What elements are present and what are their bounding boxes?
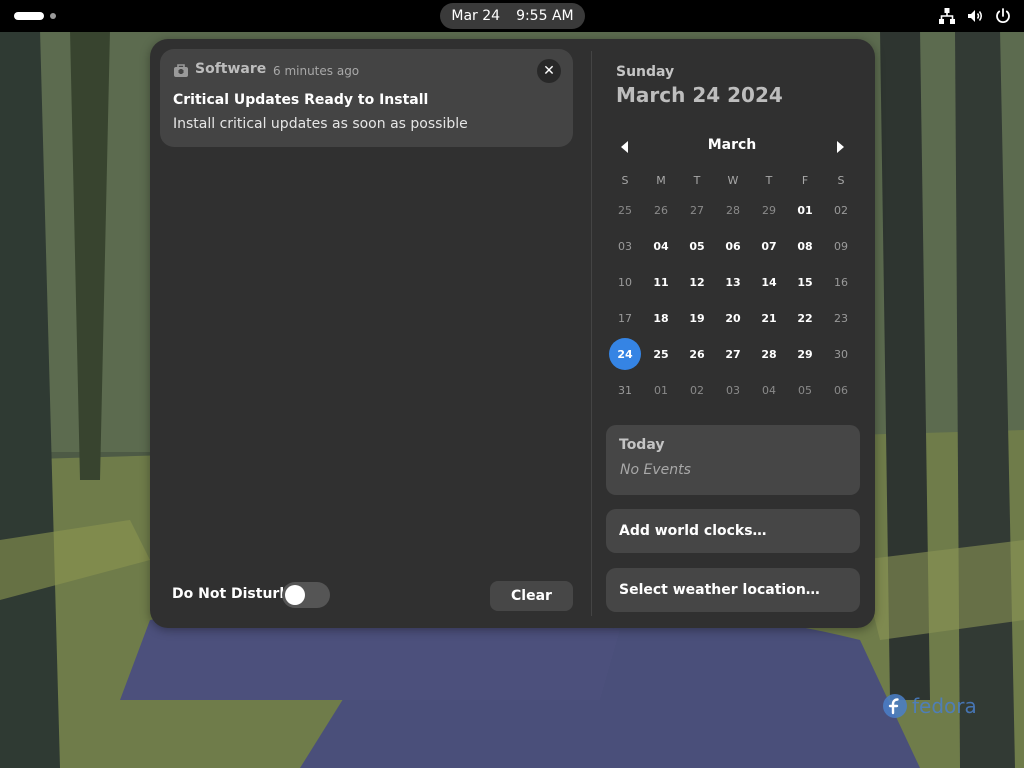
- calendar-week-row: 03 04 05 06 07 08 09: [607, 228, 859, 264]
- calendar-day[interactable]: 05: [787, 372, 823, 408]
- today-marker: 24: [609, 338, 641, 370]
- calendar-day[interactable]: 21: [751, 300, 787, 336]
- calendar-day[interactable]: 05: [679, 228, 715, 264]
- calendar-day[interactable]: 18: [643, 300, 679, 336]
- calendar-day[interactable]: 22: [787, 300, 823, 336]
- events-title: Today: [619, 437, 665, 453]
- calendar-day[interactable]: 04: [643, 228, 679, 264]
- activities-button[interactable]: [14, 10, 62, 22]
- calendar-day[interactable]: 31: [607, 372, 643, 408]
- fedora-logo-icon: [883, 694, 907, 718]
- full-date[interactable]: March 24 2024: [616, 83, 783, 107]
- notification-body: Install critical updates as soon as poss…: [173, 116, 468, 132]
- calendar-day[interactable]: 08: [787, 228, 823, 264]
- calendar-day[interactable]: 02: [679, 372, 715, 408]
- calendar-day[interactable]: 11: [643, 264, 679, 300]
- toggle-knob: [285, 585, 305, 605]
- weekday-header: W: [727, 173, 739, 187]
- calendar-day[interactable]: 07: [751, 228, 787, 264]
- calendar-month-label: March: [707, 137, 757, 153]
- top-bar: Mar 24 9:55 AM: [0, 0, 1024, 32]
- calendar-day[interactable]: 27: [679, 192, 715, 228]
- calendar-week-row: 24 25 26 27 28 29 30: [607, 336, 859, 372]
- fedora-logo-text: fedora: [912, 694, 977, 718]
- calendar-day[interactable]: 09: [823, 228, 859, 264]
- previous-month-button[interactable]: [617, 139, 633, 155]
- calendar-day[interactable]: 02: [823, 192, 859, 228]
- calendar-day[interactable]: 15: [787, 264, 823, 300]
- calendar-day[interactable]: 04: [751, 372, 787, 408]
- next-month-button[interactable]: [832, 139, 848, 155]
- calendar-day[interactable]: 27: [715, 336, 751, 372]
- calendar-day[interactable]: 03: [715, 372, 751, 408]
- calendar-day[interactable]: 06: [715, 228, 751, 264]
- notification-timestamp: 6 minutes ago: [273, 64, 360, 78]
- clock-button[interactable]: Mar 24 9:55 AM: [440, 3, 585, 29]
- do-not-disturb-toggle[interactable]: [282, 582, 330, 608]
- do-not-disturb-label: Do Not Disturb: [172, 586, 290, 602]
- volume-icon: [968, 10, 982, 22]
- calendar-day[interactable]: 28: [715, 192, 751, 228]
- calendar-day-selected[interactable]: 24: [607, 336, 643, 372]
- weekday-header: M: [656, 173, 666, 187]
- power-icon: [996, 8, 1010, 23]
- calendar-day[interactable]: 28: [751, 336, 787, 372]
- system-tray[interactable]: [938, 6, 1012, 26]
- notification-app-name: Software: [195, 61, 267, 77]
- close-icon[interactable]: ✕: [537, 59, 561, 83]
- weekday-header: T: [765, 173, 773, 187]
- events-empty-text: No Events: [620, 462, 691, 478]
- calendar-day[interactable]: 17: [607, 300, 643, 336]
- select-weather-location-button[interactable]: Select weather location…: [606, 568, 860, 612]
- clock-time: 9:55 AM: [516, 8, 574, 24]
- calendar-day[interactable]: 25: [643, 336, 679, 372]
- calendar-grid: S M T W T F S 25 26 27 28 29 01 02 03 04…: [607, 168, 859, 408]
- calendar-day[interactable]: 01: [643, 372, 679, 408]
- calendar-week-row: 17 18 19 20 21 22 23: [607, 300, 859, 336]
- calendar-day[interactable]: 06: [823, 372, 859, 408]
- calendar-day[interactable]: 26: [643, 192, 679, 228]
- calendar-day[interactable]: 30: [823, 336, 859, 372]
- calendar-day[interactable]: 25: [607, 192, 643, 228]
- workspace-indicator-active[interactable]: [14, 12, 44, 20]
- calendar-day[interactable]: 01: [787, 192, 823, 228]
- date-menu-popover: Software 6 minutes ago ✕ Critical Update…: [150, 39, 875, 628]
- calendar-week-row: 31 01 02 03 04 05 06: [607, 372, 859, 408]
- calendar-week-row: 10 11 12 13 14 15 16: [607, 264, 859, 300]
- weekday-header-row: S M T W T F S: [607, 168, 859, 192]
- calendar-week-row: 25 26 27 28 29 01 02: [607, 192, 859, 228]
- calendar-day[interactable]: 16: [823, 264, 859, 300]
- notification-card[interactable]: Software 6 minutes ago ✕ Critical Update…: [160, 49, 573, 147]
- weekday-header: F: [801, 173, 809, 187]
- weekday-header: S: [621, 173, 629, 187]
- weekday-header: S: [837, 173, 845, 187]
- clear-button[interactable]: Clear: [490, 581, 573, 611]
- notification-title: Critical Updates Ready to Install: [173, 92, 429, 108]
- software-app-icon: [174, 64, 188, 77]
- workspace-indicator-dot[interactable]: [50, 13, 56, 19]
- fedora-logo: fedora: [882, 692, 977, 720]
- network-icon: [939, 8, 955, 24]
- calendar-day[interactable]: 14: [751, 264, 787, 300]
- calendar-day[interactable]: 29: [787, 336, 823, 372]
- calendar-day[interactable]: 03: [607, 228, 643, 264]
- calendar-day[interactable]: 12: [679, 264, 715, 300]
- calendar-day[interactable]: 10: [607, 264, 643, 300]
- chevron-right-icon: [837, 141, 844, 153]
- clock-date: Mar 24: [451, 8, 501, 24]
- calendar-day[interactable]: 26: [679, 336, 715, 372]
- add-world-clocks-button[interactable]: Add world clocks…: [606, 509, 860, 553]
- chevron-left-icon: [621, 141, 628, 153]
- calendar-day[interactable]: 19: [679, 300, 715, 336]
- calendar-day[interactable]: 20: [715, 300, 751, 336]
- weekday-header: T: [693, 173, 701, 187]
- calendar-day[interactable]: 23: [823, 300, 859, 336]
- day-name[interactable]: Sunday: [616, 64, 674, 80]
- calendar-day[interactable]: 13: [715, 264, 751, 300]
- events-section[interactable]: Today No Events: [606, 425, 860, 495]
- calendar-day[interactable]: 29: [751, 192, 787, 228]
- column-divider: [591, 51, 592, 616]
